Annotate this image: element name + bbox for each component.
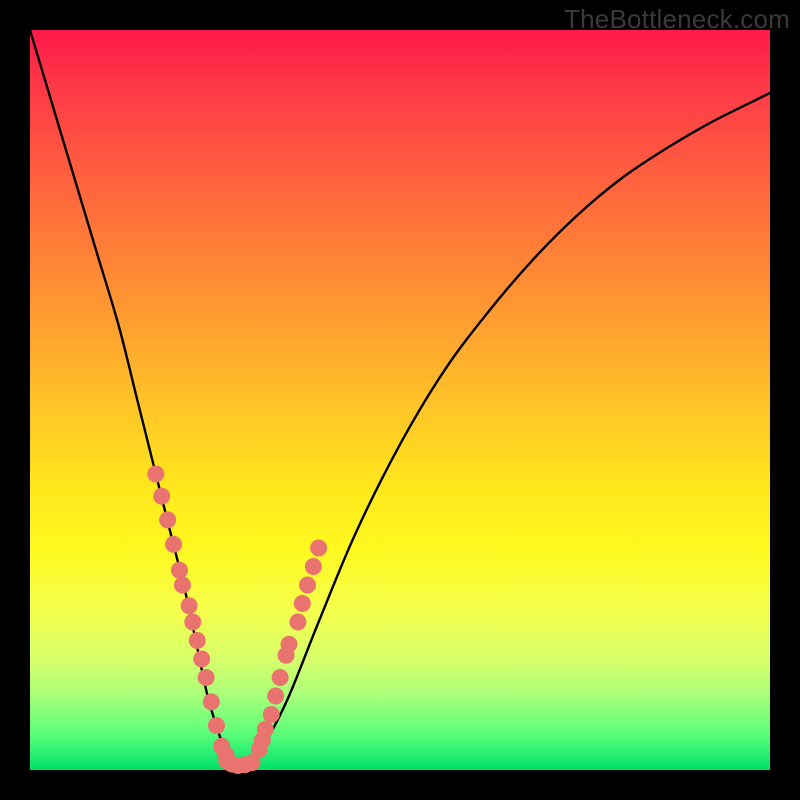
marker-dot xyxy=(289,614,306,631)
marker-dot xyxy=(181,597,198,614)
marker-dot xyxy=(272,669,289,686)
marker-dot xyxy=(189,632,206,649)
marker-dot xyxy=(267,688,284,705)
marker-dot xyxy=(184,614,201,631)
marker-dot xyxy=(193,651,210,668)
marker-dot xyxy=(147,466,164,483)
marker-dot xyxy=(165,536,182,553)
marker-dot xyxy=(299,577,316,594)
watermark-text: TheBottleneck.com xyxy=(564,4,790,35)
marker-dot xyxy=(294,595,311,612)
marker-dot xyxy=(153,488,170,505)
bottleneck-curve xyxy=(30,30,770,767)
marker-dot xyxy=(263,706,280,723)
marker-dot xyxy=(257,721,274,738)
marker-dot xyxy=(305,558,322,575)
marker-dot xyxy=(281,636,298,653)
marker-group xyxy=(147,466,327,775)
marker-dot xyxy=(171,562,188,579)
marker-dot xyxy=(159,511,176,528)
marker-dot xyxy=(203,693,220,710)
chart-overlay xyxy=(30,30,770,770)
outer-frame: TheBottleneck.com xyxy=(0,0,800,800)
marker-dot xyxy=(208,717,225,734)
marker-dot xyxy=(198,669,215,686)
marker-dot xyxy=(310,540,327,557)
marker-dot xyxy=(174,577,191,594)
